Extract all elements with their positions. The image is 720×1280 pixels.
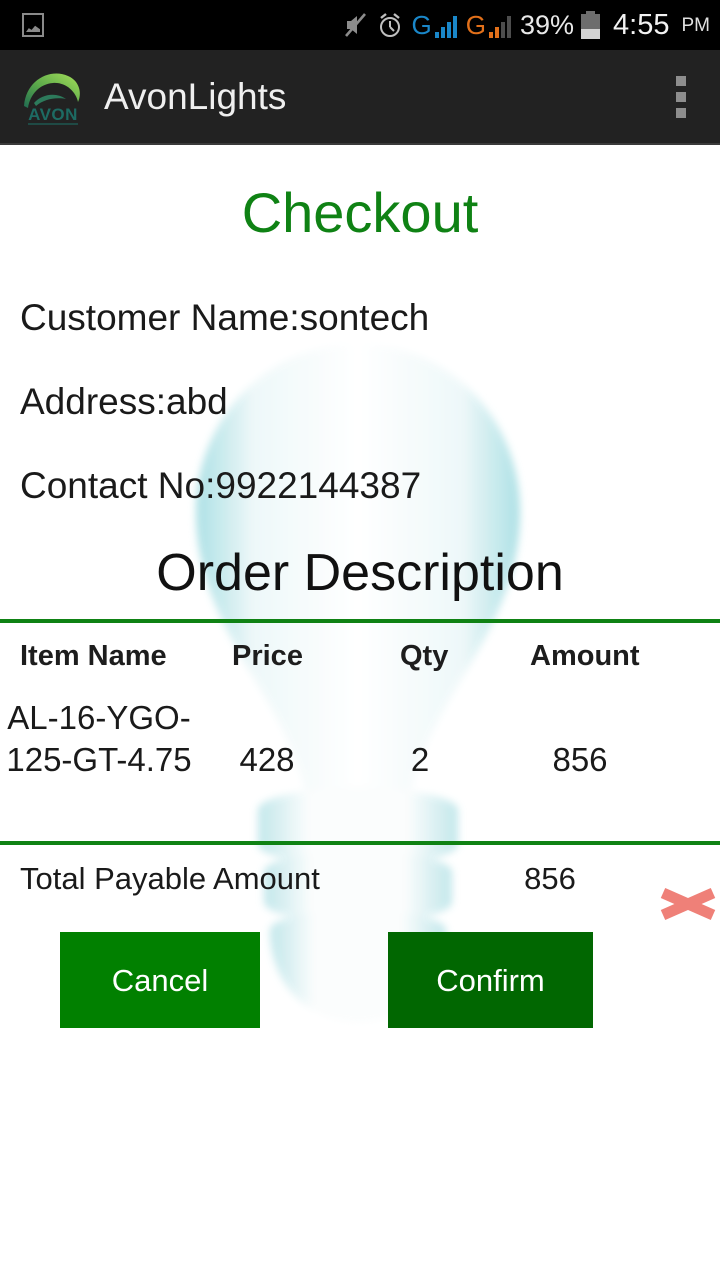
total-payable-value: 856 bbox=[524, 861, 576, 896]
image-icon bbox=[22, 13, 44, 37]
checkout-screen: Checkout Customer Name:sontech Address:a… bbox=[0, 147, 720, 1280]
clock-time: 4:55 bbox=[613, 8, 670, 41]
column-header-qty: Qty bbox=[400, 640, 449, 672]
page-title: Checkout bbox=[241, 181, 479, 244]
column-header-item-name: Item Name bbox=[20, 640, 167, 672]
status-bar-left bbox=[10, 13, 44, 37]
sim2-signal: G bbox=[466, 12, 511, 38]
delete-item-icon[interactable] bbox=[658, 883, 718, 925]
divider-top bbox=[0, 619, 720, 623]
app-title: AvonLights bbox=[104, 76, 287, 117]
confirm-button[interactable]: Confirm bbox=[388, 932, 593, 1028]
alarm-clock-icon bbox=[377, 11, 403, 39]
battery-icon bbox=[581, 11, 601, 39]
mute-icon bbox=[344, 11, 368, 39]
sim1-signal: G bbox=[412, 12, 457, 38]
status-bar: G G 39% 4:55 PM bbox=[0, 0, 720, 50]
sim1-network-label: G bbox=[411, 10, 432, 40]
cell-amount: 856 bbox=[552, 741, 608, 778]
order-table-header: Item Name Price Qty Amount bbox=[0, 642, 720, 688]
cell-item-name: AL-16-YGO-125-GT-4.75 bbox=[6, 699, 192, 778]
sim2-network-label: G bbox=[465, 10, 486, 40]
cell-qty: 2 bbox=[410, 741, 430, 778]
column-header-amount: Amount bbox=[530, 640, 640, 672]
order-description-heading: Order Description bbox=[156, 544, 564, 602]
total-payable-label: Total Payable Amount bbox=[20, 861, 320, 896]
clock-ampm: PM bbox=[681, 14, 711, 36]
battery-percent-label: 39% bbox=[520, 9, 575, 40]
cancel-button[interactable]: Cancel bbox=[60, 932, 260, 1028]
cell-price: 428 bbox=[239, 741, 295, 778]
table-row: AL-16-YGO-125-GT-4.75 428 2 856 bbox=[0, 697, 720, 837]
more-options-icon[interactable] bbox=[662, 70, 702, 124]
address-text: Address:abd bbox=[20, 381, 228, 422]
avon-logo-icon: AVON bbox=[20, 66, 86, 128]
sim2-signal-bars bbox=[489, 16, 511, 38]
customer-name-text: Customer Name:sontech bbox=[20, 297, 430, 338]
sim1-signal-bars bbox=[434, 16, 457, 38]
column-header-price: Price bbox=[232, 640, 303, 672]
svg-text:AVON: AVON bbox=[28, 105, 78, 124]
divider-bottom bbox=[0, 841, 720, 845]
contact-number-text: Contact No:9922144387 bbox=[20, 465, 422, 506]
status-bar-right: G G 39% 4:55 PM bbox=[344, 8, 711, 41]
app-bar: AVON AvonLights bbox=[0, 50, 720, 145]
